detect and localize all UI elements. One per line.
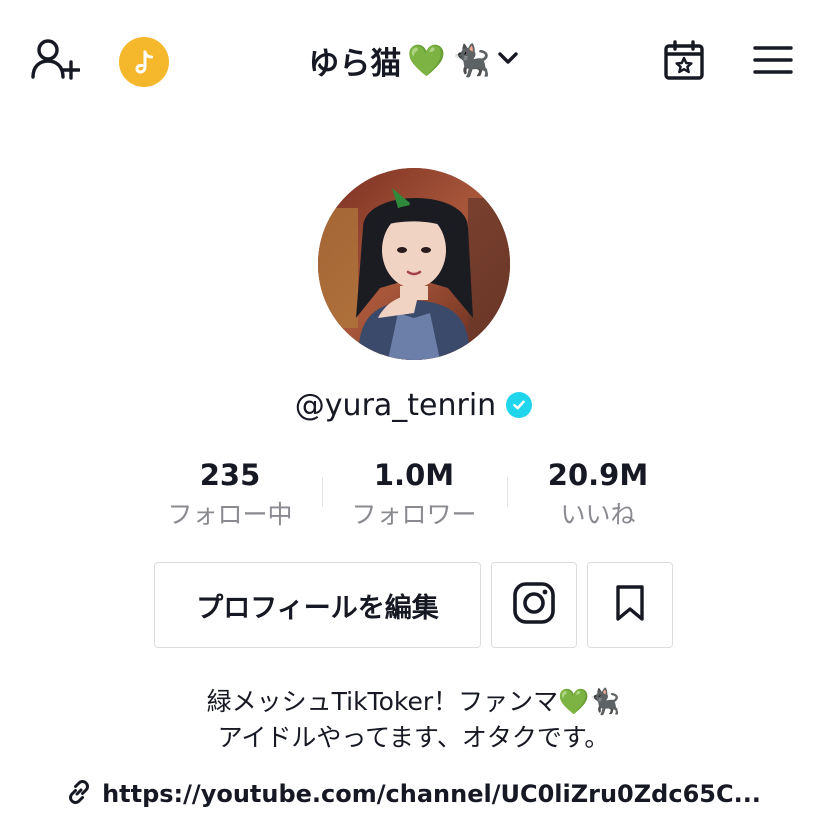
stat-label: フォロー中 <box>167 500 293 529</box>
black-cat-emoji: 🐈‍⬛ <box>452 42 491 79</box>
edit-profile-button[interactable]: プロフィールを編集 <box>154 562 481 648</box>
bookmark-icon <box>615 584 645 626</box>
stat-value: 20.9M <box>547 458 649 492</box>
top-bar: ゆら猫 💚 🐈‍⬛ <box>0 0 827 120</box>
verified-badge-icon <box>506 392 533 418</box>
stat-followers[interactable]: 1.0M フォロワー <box>329 455 499 533</box>
bio-line: アイドルやってます、オタクです。 <box>217 723 610 752</box>
profile-stats: 235 フォロー中 1.0M フォロワー 20.9M いいね <box>0 455 827 535</box>
profile-link[interactable]: https://youtube.com/channel/UC0liZru0Zdc… <box>0 774 827 814</box>
bio-line: 緑メッシュTikToker！ファンマ💚🐈‍⬛ <box>206 687 621 716</box>
avatar[interactable] <box>318 168 510 360</box>
stat-label: いいね <box>560 500 636 529</box>
account-name: ゆら猫 <box>308 45 402 82</box>
stat-divider <box>507 477 508 507</box>
stat-value: 235 <box>199 458 261 492</box>
instagram-button[interactable] <box>491 562 577 648</box>
link-url[interactable]: https://youtube.com/channel/UC0liZru0Zdc… <box>102 780 761 808</box>
hamburger-menu-icon[interactable] <box>746 36 800 84</box>
stat-following[interactable]: 235 フォロー中 <box>145 455 315 533</box>
profile-bio: 緑メッシュTikToker！ファンマ💚🐈‍⬛ アイドルやってます、オタクです。 <box>0 684 827 756</box>
stat-value: 1.0M <box>373 458 455 492</box>
link-icon <box>66 779 92 809</box>
username: @yura_tenrin <box>294 387 497 423</box>
bookmark-button[interactable] <box>587 562 673 648</box>
calendar-star-icon[interactable] <box>656 34 712 86</box>
username-row: @yura_tenrin <box>0 382 827 428</box>
chevron-down-icon[interactable] <box>497 50 519 70</box>
stat-likes[interactable]: 20.9M いいね <box>513 455 683 533</box>
stat-label: フォロワー <box>351 500 477 529</box>
instagram-icon <box>512 581 556 629</box>
stat-divider <box>322 477 323 507</box>
green-heart-emoji: 💚 <box>407 42 446 79</box>
